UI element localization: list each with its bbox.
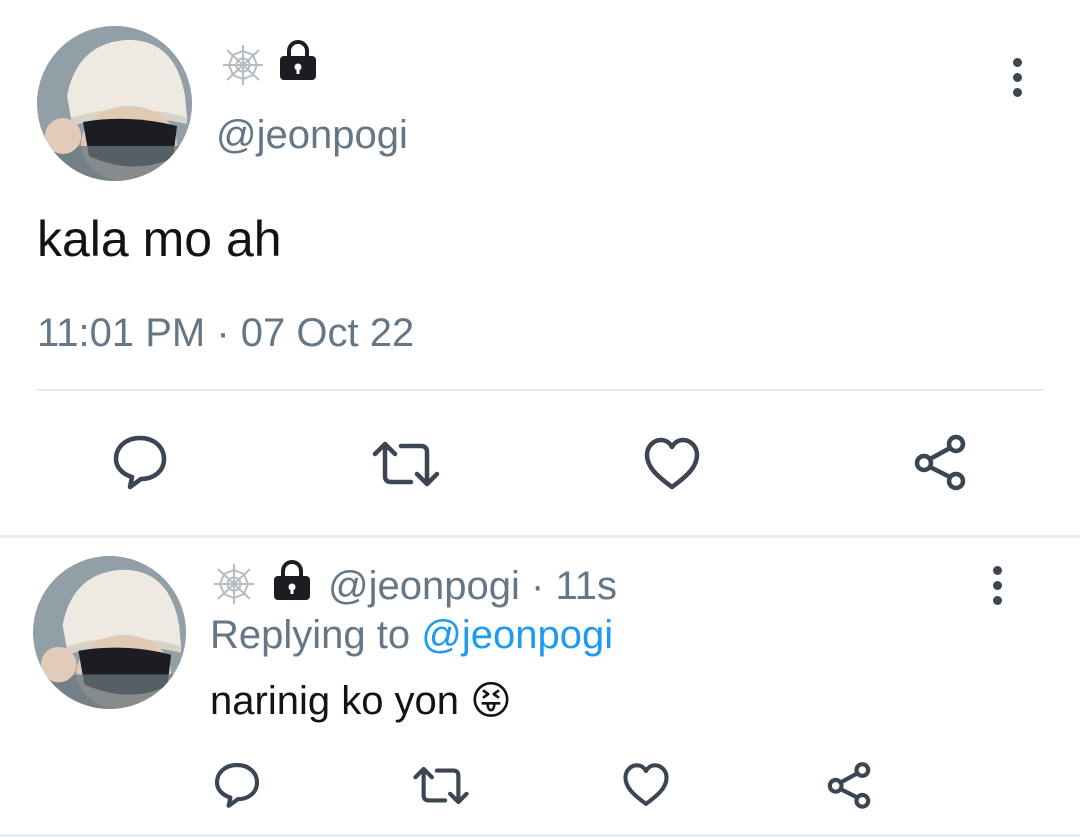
reply-text-row: narinig ko yon 😝 [210,678,512,724]
reply-time[interactable]: 11s [555,564,617,608]
replying-to-handle[interactable]: @jeonpogi [421,613,613,657]
like-icon[interactable] [643,436,701,492]
more-options-icon[interactable] [1007,58,1027,103]
section-divider [0,535,1080,538]
tweet-text: kala mo ah [37,211,282,267]
reply-meta: @jeonpogi · 11s [328,563,617,609]
reply-icon[interactable] [212,760,262,810]
share-icon[interactable] [824,760,874,810]
replying-to: Replying to @jeonpogi [210,612,613,658]
tweet-timestamp: 11:01 PM · 07 Oct 22 [37,311,415,355]
spiderweb-icon [219,43,267,87]
reply-more-options-icon[interactable] [987,566,1007,611]
divider [37,389,1044,391]
retweet-icon[interactable] [412,764,470,807]
retweet-icon[interactable] [371,438,441,490]
meta-separator: · [530,564,545,608]
reply-text: narinig ko yon [210,679,460,723]
replying-to-label: Replying to [210,613,411,657]
lock-icon [277,39,319,81]
like-icon[interactable] [622,762,670,808]
share-icon[interactable] [910,432,970,492]
tongue-emoji: 😝 [470,679,512,723]
reply-icon[interactable] [110,432,170,492]
spiderweb-icon [210,562,258,606]
avatar[interactable] [37,26,192,181]
lock-icon [271,559,313,601]
tweet-handle[interactable]: @jeonpogi [216,112,408,158]
reply-handle[interactable]: @jeonpogi [328,564,520,608]
reply-avatar[interactable] [33,556,186,709]
